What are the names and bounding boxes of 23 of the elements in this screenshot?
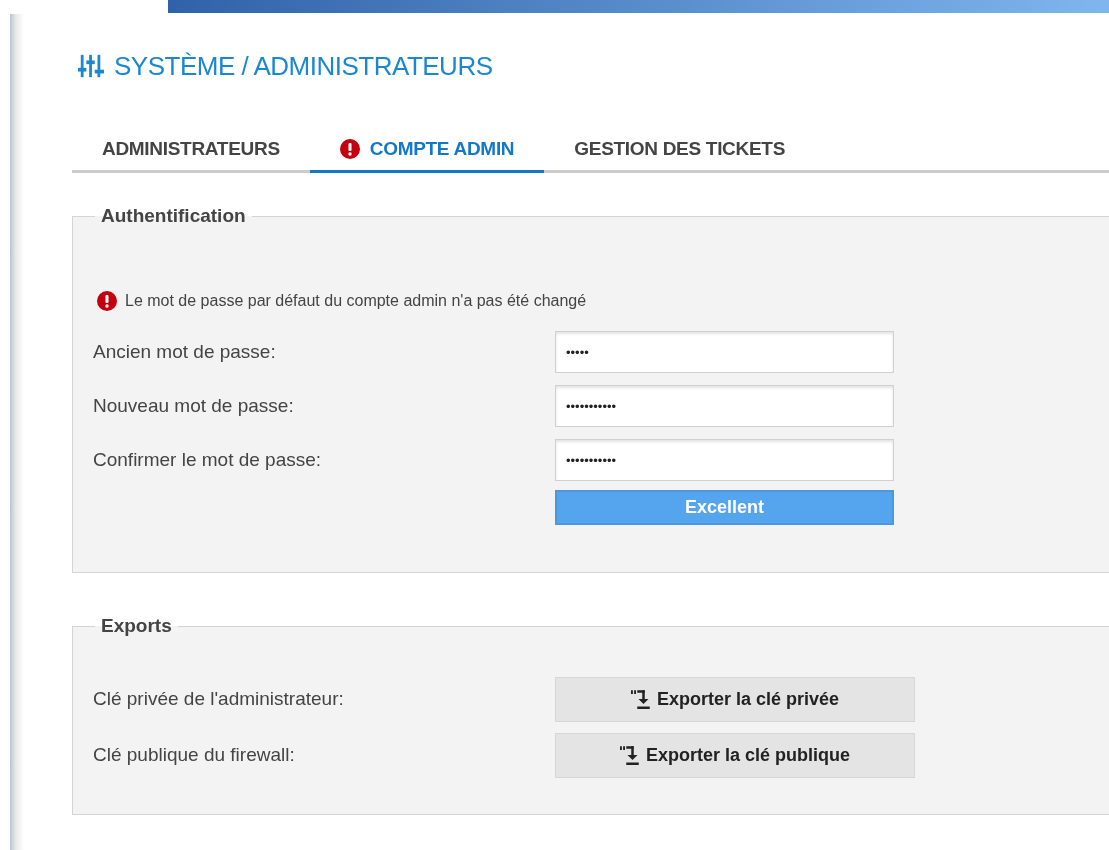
field-label: Clé publique du firewall:	[93, 744, 296, 766]
export-button[interactable]: Exporter la clé privée	[555, 676, 915, 722]
field-label: Clé privée de l'administrateur:	[93, 688, 345, 710]
warning-icon	[339, 139, 360, 159]
field-label: Ancien mot de passe:	[93, 341, 277, 363]
download-icon	[630, 689, 651, 709]
password-field[interactable]: •••••••••••	[555, 439, 894, 481]
tab[interactable]: GESTION DES TICKETS	[544, 130, 815, 173]
tab[interactable]: ADMINISTRATEURS	[72, 130, 310, 173]
password-field[interactable]: •••••	[555, 331, 894, 373]
strength-label: Excellent	[683, 495, 765, 519]
warning-message: Le mot de passe par défaut du compte admin n'a pas été changé	[125, 292, 587, 310]
section-title: Exports	[100, 615, 173, 637]
field-label: Nouveau mot de passe:	[93, 395, 295, 417]
download-icon	[619, 745, 640, 765]
warning-icon	[97, 291, 117, 311]
sliders-icon	[78, 53, 104, 79]
section-title: Authentification	[100, 205, 247, 227]
field-label: Confirmer le mot de passe:	[93, 449, 323, 471]
tab[interactable]: COMPTE ADMIN	[309, 130, 545, 173]
page-title: SYSTÈME / ADMINISTRATEURS	[114, 50, 493, 82]
export-button[interactable]: Exporter la clé publique	[555, 732, 915, 778]
password-field[interactable]: •••••••••••	[555, 385, 894, 427]
